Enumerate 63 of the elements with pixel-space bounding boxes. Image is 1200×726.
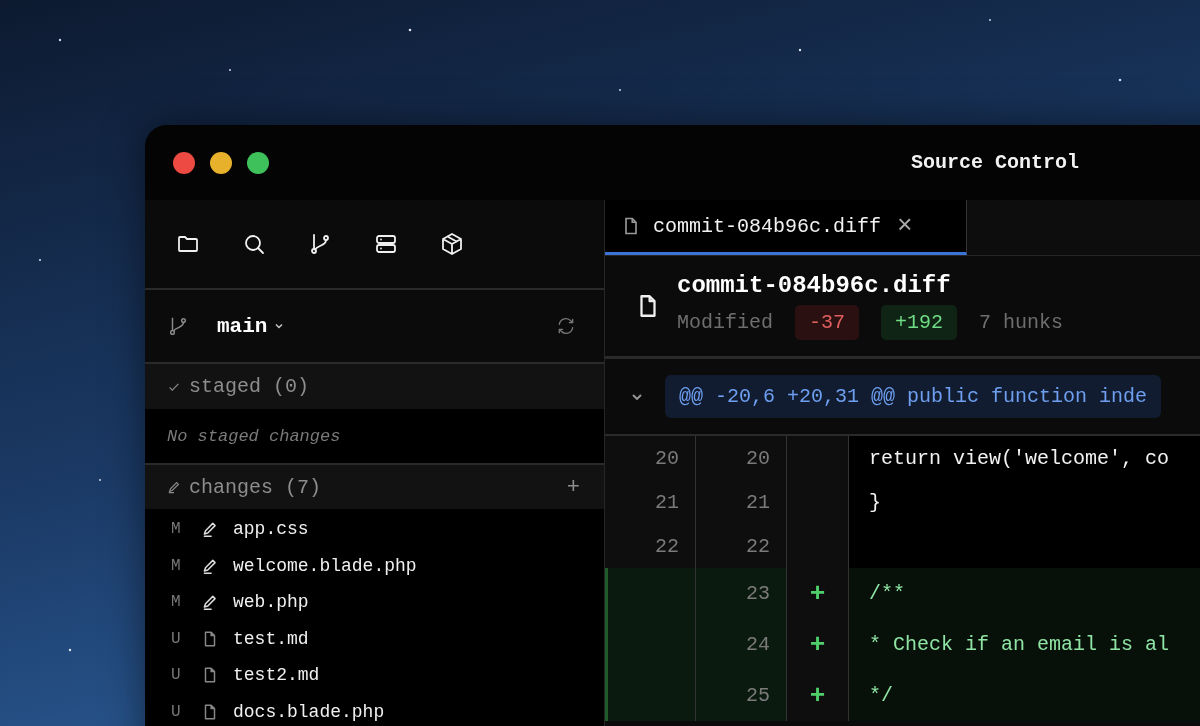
pencil-icon <box>167 480 181 494</box>
empty-message: No staged changes <box>167 426 341 446</box>
editor-tab[interactable]: commit-084b96c.diff × <box>605 200 967 255</box>
file-name: welcome.blade.php <box>233 555 417 576</box>
branch-icon <box>167 315 189 337</box>
file-title: commit-084b96c.diff <box>677 272 952 299</box>
file-name: docs.blade.php <box>233 701 385 722</box>
file-item[interactable]: U docs.blade.php <box>145 693 604 726</box>
file-status: U <box>171 702 182 721</box>
code-line: return view('welcome', co <box>869 446 1170 470</box>
close-window-button[interactable] <box>173 151 195 174</box>
pencil-icon <box>201 593 219 612</box>
additions-badge: +192 <box>881 305 958 340</box>
line-number: 22 <box>655 534 679 558</box>
line-number: 20 <box>746 446 770 470</box>
code-line: } <box>869 490 881 514</box>
file-name: test.md <box>233 628 309 649</box>
close-tab-button[interactable]: × <box>897 213 913 239</box>
code-line: * Check if an email is al <box>869 633 1170 656</box>
file-item[interactable]: U test.md <box>145 620 604 657</box>
server-icon[interactable] <box>374 232 398 256</box>
staged-section-header[interactable]: staged (0) <box>145 364 604 409</box>
file-item[interactable]: M welcome.blade.php <box>145 547 604 584</box>
branch-selector[interactable]: main <box>217 314 286 338</box>
line-number: 23 <box>746 582 770 605</box>
file-item[interactable]: U test2.md <box>145 657 604 694</box>
code-line: /** <box>869 582 905 605</box>
code-line: */ <box>869 684 893 707</box>
zoom-window-button[interactable] <box>247 151 269 174</box>
hunk-header: @@ -20,6 +20,31 @@ public function inde <box>665 375 1162 418</box>
file-name: test2.md <box>233 665 320 686</box>
hunk-count: 7 hunks <box>979 311 1064 334</box>
file-item[interactable]: M app.css <box>145 511 604 548</box>
section-label: staged (0) <box>189 375 310 398</box>
added-marker: + <box>809 629 826 660</box>
file-name: app.css <box>233 519 309 540</box>
added-marker: + <box>809 680 826 711</box>
search-icon[interactable] <box>242 232 266 256</box>
deletions-badge: -37 <box>795 305 860 340</box>
line-number: 24 <box>746 633 770 656</box>
section-label: changes (7) <box>189 475 322 499</box>
added-marker: + <box>809 578 826 609</box>
line-number: 25 <box>746 684 770 707</box>
branch-icon[interactable] <box>308 232 332 256</box>
window-title: Source Control <box>911 151 1079 174</box>
line-number: 22 <box>746 534 770 558</box>
file-status: Modified <box>677 311 773 334</box>
cube-icon[interactable] <box>440 232 464 256</box>
minimize-window-button[interactable] <box>210 151 232 174</box>
file-status: M <box>171 556 182 575</box>
file-name: web.php <box>233 592 309 613</box>
line-number: 21 <box>746 490 770 514</box>
file-item[interactable]: M web.php <box>145 584 604 621</box>
file-status: U <box>171 629 182 648</box>
stage-all-button[interactable]: + <box>564 474 582 500</box>
pencil-icon <box>201 520 219 539</box>
changes-section-header[interactable]: changes (7) + <box>145 463 604 509</box>
line-number: 21 <box>655 490 679 514</box>
file-status: M <box>171 520 182 539</box>
refresh-icon[interactable] <box>556 316 576 336</box>
file-status: M <box>171 593 182 612</box>
file-status: U <box>171 666 182 685</box>
line-number: 20 <box>655 446 679 470</box>
